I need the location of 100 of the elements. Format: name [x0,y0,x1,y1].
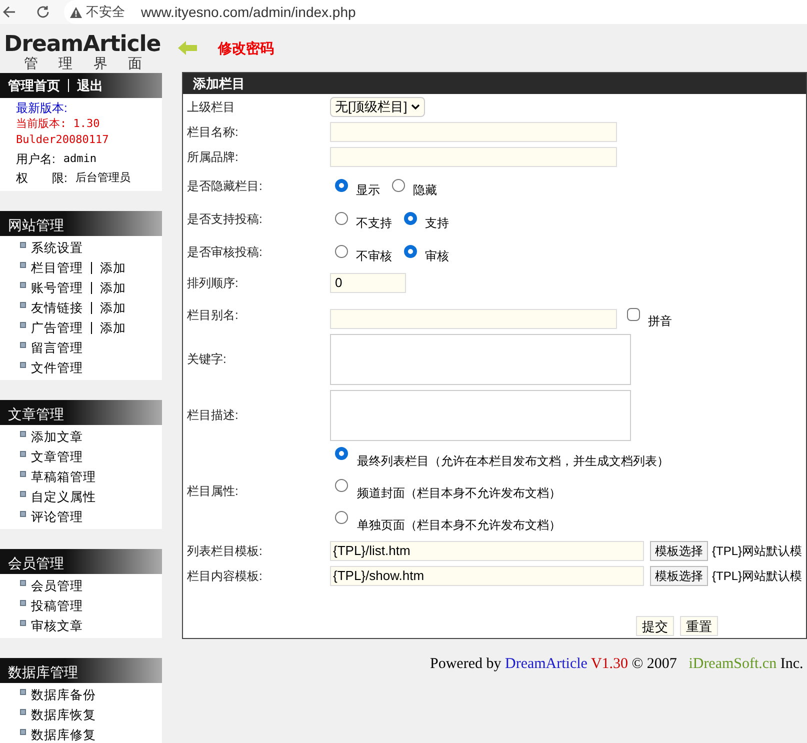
bullet-icon [20,600,26,606]
input-field[interactable]: {TPL}/list.htm [330,540,644,560]
field-label: 列表栏目模板: [187,542,264,560]
field-label: 关键字: [187,351,228,368]
bullet-icon [20,471,26,477]
add-link[interactable]: 添加 [100,298,126,318]
menu-link[interactable]: 自定义属性 [31,488,96,506]
logo: DreamArticle [4,34,162,56]
top-link[interactable]: 退出 [77,76,103,96]
change-password-link[interactable]: 修改密码 [218,38,274,58]
bullet-icon [20,262,26,268]
radio-button[interactable] [392,179,405,192]
menu-link[interactable]: 系统设置 [31,238,83,258]
checkbox-label: 拼音 [648,312,672,330]
menu-link[interactable]: 留言管理 [31,338,83,358]
radio-label: 单独页面（栏目本身不允许发布文档） [357,517,561,534]
menu-link[interactable]: 栏目管理 [31,258,83,278]
input-field[interactable] [330,122,617,142]
bullet-icon [20,322,26,328]
menu-link[interactable]: 添加文章 [31,428,83,446]
field-label: 栏目描述: [187,407,240,424]
chevron-down-icon [411,104,420,110]
input-field[interactable] [330,308,617,328]
add-link[interactable]: 添加 [100,318,126,338]
menu-link[interactable]: 账号管理 [31,278,83,298]
menu-link[interactable]: 数据库修复 [31,726,96,743]
field-label: 栏目内容模板: [187,568,264,584]
menu-link[interactable]: 友情链接 [31,298,83,318]
url-text: www.ityesno.com/admin/index.php [141,2,356,22]
field-label: 排列顺序: [187,275,240,292]
info-label: 权 限: [16,170,68,186]
footer-text: Powered by DreamArticle V1.30 © 2007 iDreamSoft.cn Inc. [430,655,804,674]
bullet-icon [20,431,26,437]
input-field[interactable]: {TPL}/show.htm [330,566,644,586]
field-label: 是否隐藏栏目: [187,178,264,194]
bullet-icon [20,689,26,695]
bullet-icon [20,302,26,308]
radio-button[interactable] [335,179,348,192]
address-bar[interactable]: 不安全 www.ityesno.com/admin/index.php [64,0,807,24]
version-text: 最新版本: [16,100,68,116]
radio-button[interactable] [335,479,348,492]
panel-title: 添加栏目 [183,73,806,94]
radio-button[interactable] [404,245,417,258]
security-label: 不安全 [86,3,125,22]
form-button[interactable]: 重置 [680,616,718,636]
field-label: 是否审核投稿: [187,244,264,260]
back-icon[interactable] [2,5,16,19]
radio-label: 显示 [356,182,380,198]
add-link[interactable]: 添加 [100,258,126,278]
left-arrow-icon [178,41,198,55]
section-header: 网站管理 [0,211,162,236]
field-label: 栏目名称: [187,124,240,140]
bullet-icon [20,620,26,626]
menu-link[interactable]: 数据库备份 [31,686,96,704]
radio-button[interactable] [335,447,348,460]
field-label: 栏目属性: [187,482,240,500]
radio-label: 支持 [425,214,449,232]
template-note: {TPL}网站默认模 [712,542,802,560]
checkbox[interactable] [627,308,640,321]
radio-label: 频道封面（栏目本身不允许发布文档） [357,485,561,502]
template-select-button[interactable]: 模板选择 [650,566,708,586]
radio-button[interactable] [335,245,348,258]
warning-icon [70,6,82,18]
menu-link[interactable]: 文件管理 [31,358,83,378]
field-label: 上级栏目 [187,98,236,116]
bullet-icon [20,580,26,586]
template-select-button[interactable]: 模板选择 [650,540,708,560]
radio-label: 不审核 [356,248,392,264]
bullet-icon [20,491,26,497]
logo-subtitle: 界 [93,56,108,70]
radio-button[interactable] [335,511,348,524]
parent-select[interactable]: 无[顶级栏目] [330,96,426,116]
top-link[interactable]: 管理首页 [8,76,60,96]
menu-link[interactable]: 会员管理 [31,576,83,596]
menu-link[interactable]: 投稿管理 [31,596,83,616]
input-field[interactable]: 0 [330,273,406,293]
section-header: 文章管理 [0,400,162,425]
radio-button[interactable] [335,212,348,225]
menu-link[interactable]: 广告管理 [31,318,83,338]
form-button[interactable]: 提交 [636,616,674,636]
menu-link[interactable]: 数据库恢复 [31,706,96,724]
bullet-icon [20,282,26,288]
logo-subtitle: 管 [24,56,38,70]
radio-label: 不支持 [356,214,392,232]
menu-link[interactable]: 审核文章 [31,616,83,636]
menu-link[interactable]: 草稿箱管理 [31,468,96,486]
radio-label: 最终列表栏目（允许在本栏目发布文档，并生成文档列表） [357,453,669,470]
menu-link[interactable]: 文章管理 [31,448,83,466]
menu-link[interactable]: 评论管理 [31,508,83,526]
reload-icon[interactable] [36,5,50,19]
bullet-icon [20,242,26,248]
logo-subtitle: 面 [128,56,142,70]
template-note: {TPL}网站默认模 [712,568,802,584]
add-link[interactable]: 添加 [100,278,126,298]
field-label: 所属品牌: [187,148,240,166]
radio-button[interactable] [404,212,417,225]
bullet-icon [20,451,26,457]
input-field[interactable] [330,146,617,166]
bullet-icon [20,729,26,735]
bullet-icon [20,342,26,348]
